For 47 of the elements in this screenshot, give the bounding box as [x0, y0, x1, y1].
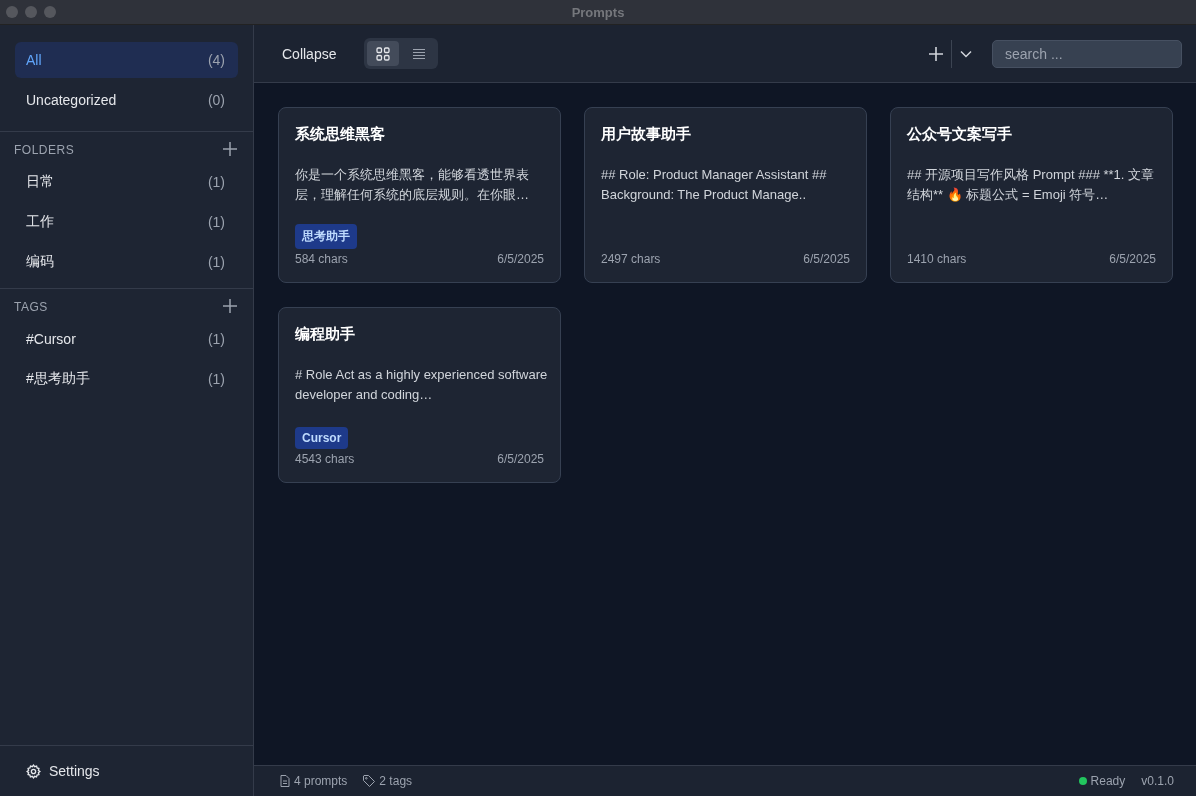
- prompt-card[interactable]: 用户故事助手 ## Role: Product Manager Assistant ## Background: The Product Manage.. 2497 chars 6/5/2025: [584, 107, 867, 283]
- sidebar-item[interactable]: All (4): [15, 42, 238, 78]
- card-title: 公众号文案写手: [907, 125, 1013, 144]
- char-count: 1410 chars: [907, 252, 967, 266]
- card-preview: ## 开源项目写作风格 Prompt ### **1. 文章结构** 🔥 标题公式 = Emoji 符号…: [907, 166, 1156, 204]
- grid-icon: [376, 46, 391, 61]
- version-label: v0.1.0: [1141, 774, 1174, 788]
- collapse-button[interactable]: Collapse: [282, 45, 337, 62]
- card-title: 编程助手: [295, 325, 356, 344]
- tag-count: 2 tags: [379, 774, 413, 788]
- window-title: Prompts: [571, 4, 625, 20]
- card-date: 6/5/2025: [803, 252, 850, 266]
- char-count: 584 chars: [295, 252, 348, 266]
- sidebar-item[interactable]: Uncategorized (0): [15, 82, 238, 118]
- section-heading: TAGS: [14, 300, 48, 314]
- sidebar-item[interactable]: #思考助手 (1): [15, 361, 238, 397]
- card-preview: # Role Act as a highly experienced software developer and coding…: [295, 366, 549, 404]
- section-heading: FOLDERS: [14, 143, 75, 157]
- tag-label[interactable]: Cursor: [295, 427, 349, 449]
- char-count: 4543 chars: [295, 452, 355, 466]
- card-title: 系统思维黑客: [295, 125, 386, 144]
- sidebar-item[interactable]: #Cursor (1): [15, 321, 238, 357]
- card-preview: ## Role: Product Manager Assistant ## Background: The Product Manage..: [601, 166, 828, 204]
- settings-button[interactable]: Settings: [26, 763, 100, 779]
- card-title: 用户故事助手: [601, 125, 692, 144]
- sidebar-item[interactable]: 日常 (1): [15, 164, 238, 200]
- settings-icon: [26, 763, 41, 779]
- char-count: 2497 chars: [601, 252, 661, 266]
- prompt-card[interactable]: 公众号文案写手 ## 开源项目写作风格 Prompt ### **1. 文章结构** 🔥 标题公式 = Emoji 符号… 1410 chars 6/5/2025: [890, 107, 1173, 283]
- search-field[interactable]: search ...: [992, 39, 1182, 68]
- add-icon: [929, 46, 943, 61]
- sidebar-item[interactable]: 工作 (1): [15, 204, 238, 240]
- document-icon: [280, 775, 290, 787]
- status-text: Ready: [1090, 774, 1126, 788]
- grid-view-button[interactable]: [367, 41, 400, 66]
- prompt-card[interactable]: 系统思维黑客 你是一个系统思维黑客，能够看透世界表层，理解任何系统的底层规则。在你眼… 思考助手 584 chars 6/5/2025: [278, 107, 561, 283]
- card-date: 6/5/2025: [497, 452, 544, 466]
- card-preview: 你是一个系统思维黑客，能够看透世界表层，理解任何系统的底层规则。在你眼…: [295, 166, 530, 204]
- chevron-down-icon: [960, 49, 972, 58]
- sidebar-item[interactable]: 编码 (1): [15, 244, 238, 280]
- tag-icon: [363, 775, 376, 787]
- prompt-count: 4 prompts: [294, 774, 348, 788]
- card-date: 6/5/2025: [1109, 252, 1156, 266]
- list-icon: [412, 46, 427, 61]
- tag-label[interactable]: 思考助手: [295, 224, 357, 249]
- prompt-card[interactable]: 编程助手 # Role Act as a highly experienced software developer and coding… Cursor 4543 chars 6/5/2025: [278, 307, 561, 483]
- card-date: 6/5/2025: [497, 252, 544, 266]
